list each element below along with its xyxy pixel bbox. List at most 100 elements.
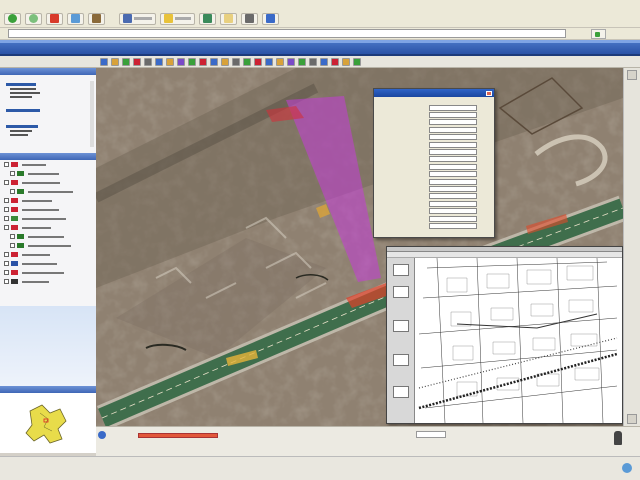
page-thumbnail[interactable] bbox=[393, 286, 409, 298]
layer-item[interactable] bbox=[0, 268, 96, 277]
layer-item[interactable] bbox=[0, 232, 96, 241]
layer-item[interactable] bbox=[0, 223, 96, 232]
layer-checkbox[interactable] bbox=[4, 279, 9, 284]
mail-button[interactable] bbox=[220, 12, 237, 25]
map-tool-icon[interactable] bbox=[199, 57, 207, 66]
forward-button[interactable] bbox=[25, 12, 42, 25]
property-value-field[interactable] bbox=[429, 222, 477, 229]
property-value-field[interactable] bbox=[429, 104, 477, 111]
layer-checkbox[interactable] bbox=[10, 171, 15, 176]
property-value-field[interactable] bbox=[429, 156, 477, 163]
search-button[interactable] bbox=[119, 12, 156, 25]
map-tool-icon[interactable] bbox=[243, 57, 251, 66]
favorites-button[interactable] bbox=[160, 12, 195, 25]
property-value-field[interactable] bbox=[429, 163, 477, 170]
property-value-field[interactable] bbox=[429, 149, 477, 156]
map-tool-icon[interactable] bbox=[188, 57, 196, 66]
layer-checkbox[interactable] bbox=[4, 162, 9, 167]
layer-item[interactable] bbox=[0, 259, 96, 268]
print-button[interactable] bbox=[241, 12, 258, 25]
layer-checkbox[interactable] bbox=[4, 225, 9, 230]
property-value-field[interactable] bbox=[429, 193, 477, 200]
edit-button[interactable] bbox=[262, 12, 279, 25]
address-input[interactable] bbox=[8, 29, 566, 38]
layer-item[interactable] bbox=[0, 160, 96, 169]
map-tool-icon[interactable] bbox=[254, 57, 262, 66]
engineering-plan-drawing[interactable] bbox=[417, 258, 621, 423]
map-tool-icon[interactable] bbox=[353, 57, 361, 66]
history-button[interactable] bbox=[199, 12, 216, 25]
map-tool-icon[interactable] bbox=[177, 57, 185, 66]
layer-checkbox[interactable] bbox=[4, 180, 9, 185]
layer-checkbox[interactable] bbox=[4, 198, 9, 203]
map-tool-icon[interactable] bbox=[331, 57, 339, 66]
layer-item[interactable] bbox=[0, 178, 96, 187]
map-vertical-scrollbar[interactable] bbox=[623, 68, 640, 426]
stop-button[interactable] bbox=[46, 12, 63, 25]
property-value-field[interactable] bbox=[429, 215, 477, 222]
page-thumbnail[interactable] bbox=[393, 354, 409, 366]
layer-checkbox[interactable] bbox=[4, 270, 9, 275]
property-value-field[interactable] bbox=[429, 134, 477, 141]
map-tool-icon[interactable] bbox=[276, 57, 284, 66]
map-tool-icon[interactable] bbox=[298, 57, 306, 66]
layer-checkbox[interactable] bbox=[4, 261, 9, 266]
map-tool-icon[interactable] bbox=[144, 57, 152, 66]
page-thumbnail[interactable] bbox=[393, 264, 409, 276]
sidebar-top-strip bbox=[0, 56, 96, 68]
drawing-viewer-window[interactable] bbox=[386, 246, 623, 424]
property-value-field[interactable] bbox=[429, 141, 477, 148]
map-tool-icon[interactable] bbox=[232, 57, 240, 66]
layer-item[interactable] bbox=[0, 214, 96, 223]
property-value-field[interactable] bbox=[429, 119, 477, 126]
map-tool-icon[interactable] bbox=[210, 57, 218, 66]
layer-item[interactable] bbox=[0, 250, 96, 259]
info-icon[interactable] bbox=[98, 431, 106, 439]
property-value-field[interactable] bbox=[429, 200, 477, 207]
layer-checkbox[interactable] bbox=[10, 234, 15, 239]
map-tool-icon[interactable] bbox=[155, 57, 163, 66]
map-tool-icon[interactable] bbox=[309, 57, 317, 66]
back-button[interactable] bbox=[4, 12, 21, 25]
map-tool-icon[interactable] bbox=[133, 57, 141, 66]
layer-checkbox[interactable] bbox=[4, 207, 9, 212]
map-tool-icon[interactable] bbox=[287, 57, 295, 66]
layer-item[interactable] bbox=[0, 169, 96, 178]
property-value-field[interactable] bbox=[429, 208, 477, 215]
layer-item[interactable] bbox=[0, 241, 96, 250]
properties-dialog[interactable] bbox=[373, 88, 495, 238]
map-tool-icon[interactable] bbox=[100, 57, 108, 66]
overview-map[interactable] bbox=[0, 393, 96, 453]
refresh-button[interactable] bbox=[67, 12, 84, 25]
property-value-field[interactable] bbox=[429, 185, 477, 192]
layer-checkbox[interactable] bbox=[4, 216, 9, 221]
go-button[interactable] bbox=[591, 29, 606, 39]
dialog-titlebar[interactable] bbox=[374, 89, 494, 97]
coordinate-field[interactable] bbox=[416, 431, 446, 438]
map-tool-icon[interactable] bbox=[342, 57, 350, 66]
property-value-field[interactable] bbox=[429, 178, 477, 185]
layer-item[interactable] bbox=[0, 205, 96, 214]
close-icon[interactable] bbox=[486, 90, 492, 96]
layer-checkbox[interactable] bbox=[10, 243, 15, 248]
property-value-field[interactable] bbox=[429, 126, 477, 133]
map-tool-icon[interactable] bbox=[111, 57, 119, 66]
layer-checkbox[interactable] bbox=[10, 189, 15, 194]
map-tool-icon[interactable] bbox=[122, 57, 130, 66]
layer-item[interactable] bbox=[0, 277, 96, 286]
home-button[interactable] bbox=[88, 12, 105, 25]
map-tool-icon[interactable] bbox=[221, 57, 229, 66]
property-value-field[interactable] bbox=[429, 112, 477, 119]
page-thumbnail[interactable] bbox=[393, 386, 409, 398]
page-thumbnail[interactable] bbox=[393, 320, 409, 332]
property-value-field[interactable] bbox=[429, 171, 477, 178]
scroll-down-icon[interactable] bbox=[627, 414, 637, 424]
map-tool-icon[interactable] bbox=[320, 57, 328, 66]
browser-nav-toolbar bbox=[0, 10, 640, 28]
map-tool-icon[interactable] bbox=[265, 57, 273, 66]
layer-checkbox[interactable] bbox=[4, 252, 9, 257]
layer-item[interactable] bbox=[0, 196, 96, 205]
map-tool-icon[interactable] bbox=[166, 57, 174, 66]
scroll-up-icon[interactable] bbox=[627, 70, 637, 80]
layer-item[interactable] bbox=[0, 187, 96, 196]
